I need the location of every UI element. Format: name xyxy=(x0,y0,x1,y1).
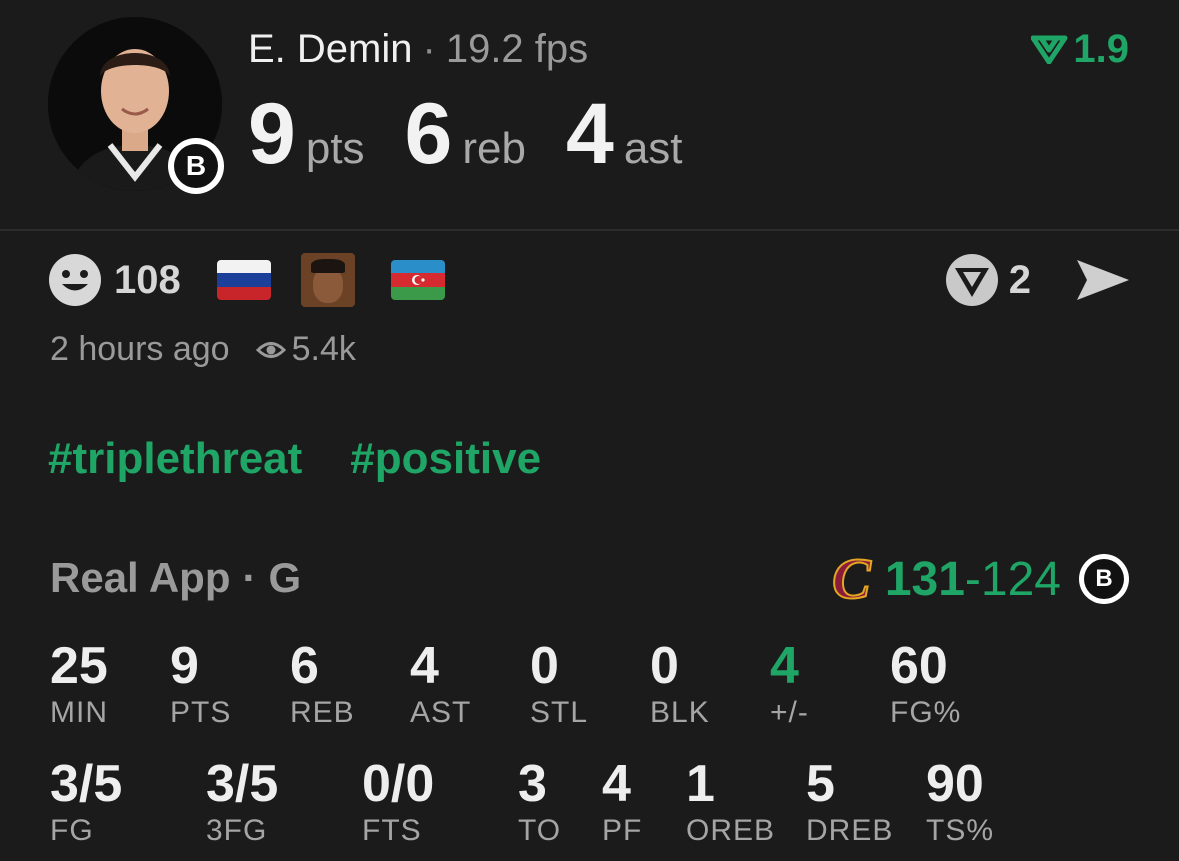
stat-plus-minus-label: +/- xyxy=(770,696,809,729)
stat-plus-minus-value: 4 xyxy=(770,637,799,695)
reb-unit: reb xyxy=(462,124,526,173)
rating-value: 1.9 xyxy=(1073,27,1129,71)
stat-3fg: 3/5 3FG xyxy=(206,754,278,848)
eye-icon xyxy=(255,341,286,358)
v-share-icon[interactable] xyxy=(945,253,999,307)
cavaliers-logo-icon: C xyxy=(831,546,872,611)
ast-value: 4 xyxy=(565,86,614,182)
stat-blk-value: 0 xyxy=(650,637,679,695)
stat-to: 3 TO xyxy=(518,754,561,848)
pts-value: 9 xyxy=(248,86,296,182)
header-divider xyxy=(0,229,1179,231)
stat-pf-value: 4 xyxy=(602,755,631,813)
stat-3fg-label: 3FG xyxy=(206,814,268,847)
stat-fg-pct: 60 FG% xyxy=(890,636,961,730)
nets-badge-letter: B xyxy=(174,144,218,188)
stat-pf-label: PF xyxy=(602,814,643,847)
home-score: 131 xyxy=(884,552,965,606)
stat-ast-value: 4 xyxy=(410,637,439,695)
nets-badge: B xyxy=(168,138,224,194)
stat-ts-pct: 90 TS% xyxy=(926,754,994,848)
nets-logo-letter: B xyxy=(1084,559,1124,599)
stat-oreb-label: OREB xyxy=(686,814,776,847)
stat-reb: 6 REB xyxy=(290,636,355,730)
league-name: Real App xyxy=(50,554,231,601)
rating[interactable]: 1.9 xyxy=(1031,26,1129,72)
stat-min-value: 25 xyxy=(50,637,108,695)
share-count: 2 xyxy=(1008,257,1031,302)
stat-oreb: 1 OREB xyxy=(686,754,775,848)
smiley-reaction-icon[interactable] xyxy=(48,253,102,307)
stat-dreb-label: DREB xyxy=(806,814,894,847)
stat-fts-value: 0/0 xyxy=(362,755,435,813)
azerbaijan-flag-icon[interactable] xyxy=(390,260,445,300)
stat-pf: 4 PF xyxy=(602,754,642,848)
stat-pts-value: 9 xyxy=(170,637,199,695)
reactions-row: 108 xyxy=(48,252,445,308)
stat-oreb-value: 1 xyxy=(686,755,715,813)
stat-stl-value: 0 xyxy=(530,637,559,695)
time-ago: 2 hours ago xyxy=(50,330,230,368)
stat-to-label: TO xyxy=(518,814,562,847)
stat-reb-value: 6 xyxy=(290,637,319,695)
player-statline: 9 pts 6 reb 4 ast xyxy=(248,86,723,182)
stat-dreb: 5 DREB xyxy=(806,754,893,848)
stat-stl: 0 STL xyxy=(530,636,588,730)
stat-fts: 0/0 FTS xyxy=(362,754,434,848)
stat-pts-label: PTS xyxy=(170,696,232,729)
post-meta: 2 hours ago 5.4k xyxy=(50,330,356,369)
nets-logo-icon: B xyxy=(1079,554,1129,604)
league-position: Real App · G xyxy=(50,554,301,602)
stat-fg: 3/5 FG xyxy=(50,754,122,848)
stat-fg-pct-value: 60 xyxy=(890,637,948,695)
ast-unit: ast xyxy=(623,124,683,173)
stat-fg-label: FG xyxy=(50,814,94,847)
stat-min: 25 MIN xyxy=(50,636,108,730)
reaction-count[interactable]: 108 xyxy=(114,258,181,303)
hashtags: #triplethreat #positive xyxy=(48,434,541,484)
stat-ts-pct-value: 90 xyxy=(926,755,984,813)
separator-dot: · xyxy=(242,554,257,601)
stat-ast: 4 AST xyxy=(410,636,471,730)
pts-unit: pts xyxy=(305,124,365,173)
stat-dreb-value: 5 xyxy=(806,755,835,813)
stat-ts-pct-label: TS% xyxy=(926,814,995,847)
view-count: 5.4k xyxy=(291,330,356,368)
stat-fg-value: 3/5 xyxy=(50,755,123,813)
stat-plus-minus: 4 +/- xyxy=(770,636,809,730)
stat-pts: 9 PTS xyxy=(170,636,231,730)
stat-fts-label: FTS xyxy=(362,814,422,847)
away-score: 124 xyxy=(980,552,1061,606)
send-icon[interactable] xyxy=(1075,256,1131,304)
player-header: E. Demin · 19.2 fps xyxy=(248,26,588,72)
stat-blk-label: BLK xyxy=(650,696,710,729)
stat-reb-label: REB xyxy=(290,696,355,729)
stat-fg-pct-label: FG% xyxy=(890,696,962,729)
stat-blk: 0 BLK xyxy=(650,636,710,730)
hashtag-triplethreat[interactable]: #triplethreat xyxy=(48,434,302,484)
stat-min-label: MIN xyxy=(50,696,108,729)
reb-value: 6 xyxy=(404,86,453,182)
hashtag-positive[interactable]: #positive xyxy=(350,434,541,484)
separator-dot: · xyxy=(422,27,436,71)
stat-3fg-value: 3/5 xyxy=(206,755,279,813)
user-reaction-avatar[interactable] xyxy=(300,253,355,307)
stat-to-value: 3 xyxy=(518,755,547,813)
game-score[interactable]: C 131-124 B xyxy=(831,546,1129,611)
views: 5.4k xyxy=(255,330,356,369)
russia-flag-icon[interactable] xyxy=(216,260,271,300)
player-position: G xyxy=(268,554,302,601)
stat-ast-label: AST xyxy=(410,696,472,729)
rating-v-icon xyxy=(1031,35,1068,64)
stat-stl-label: STL xyxy=(530,696,589,729)
player-fps: 19.2 fps xyxy=(445,27,589,71)
score-separator: - xyxy=(964,552,981,606)
share-actions: 2 xyxy=(945,252,1131,308)
player-name[interactable]: E. Demin xyxy=(248,27,413,71)
